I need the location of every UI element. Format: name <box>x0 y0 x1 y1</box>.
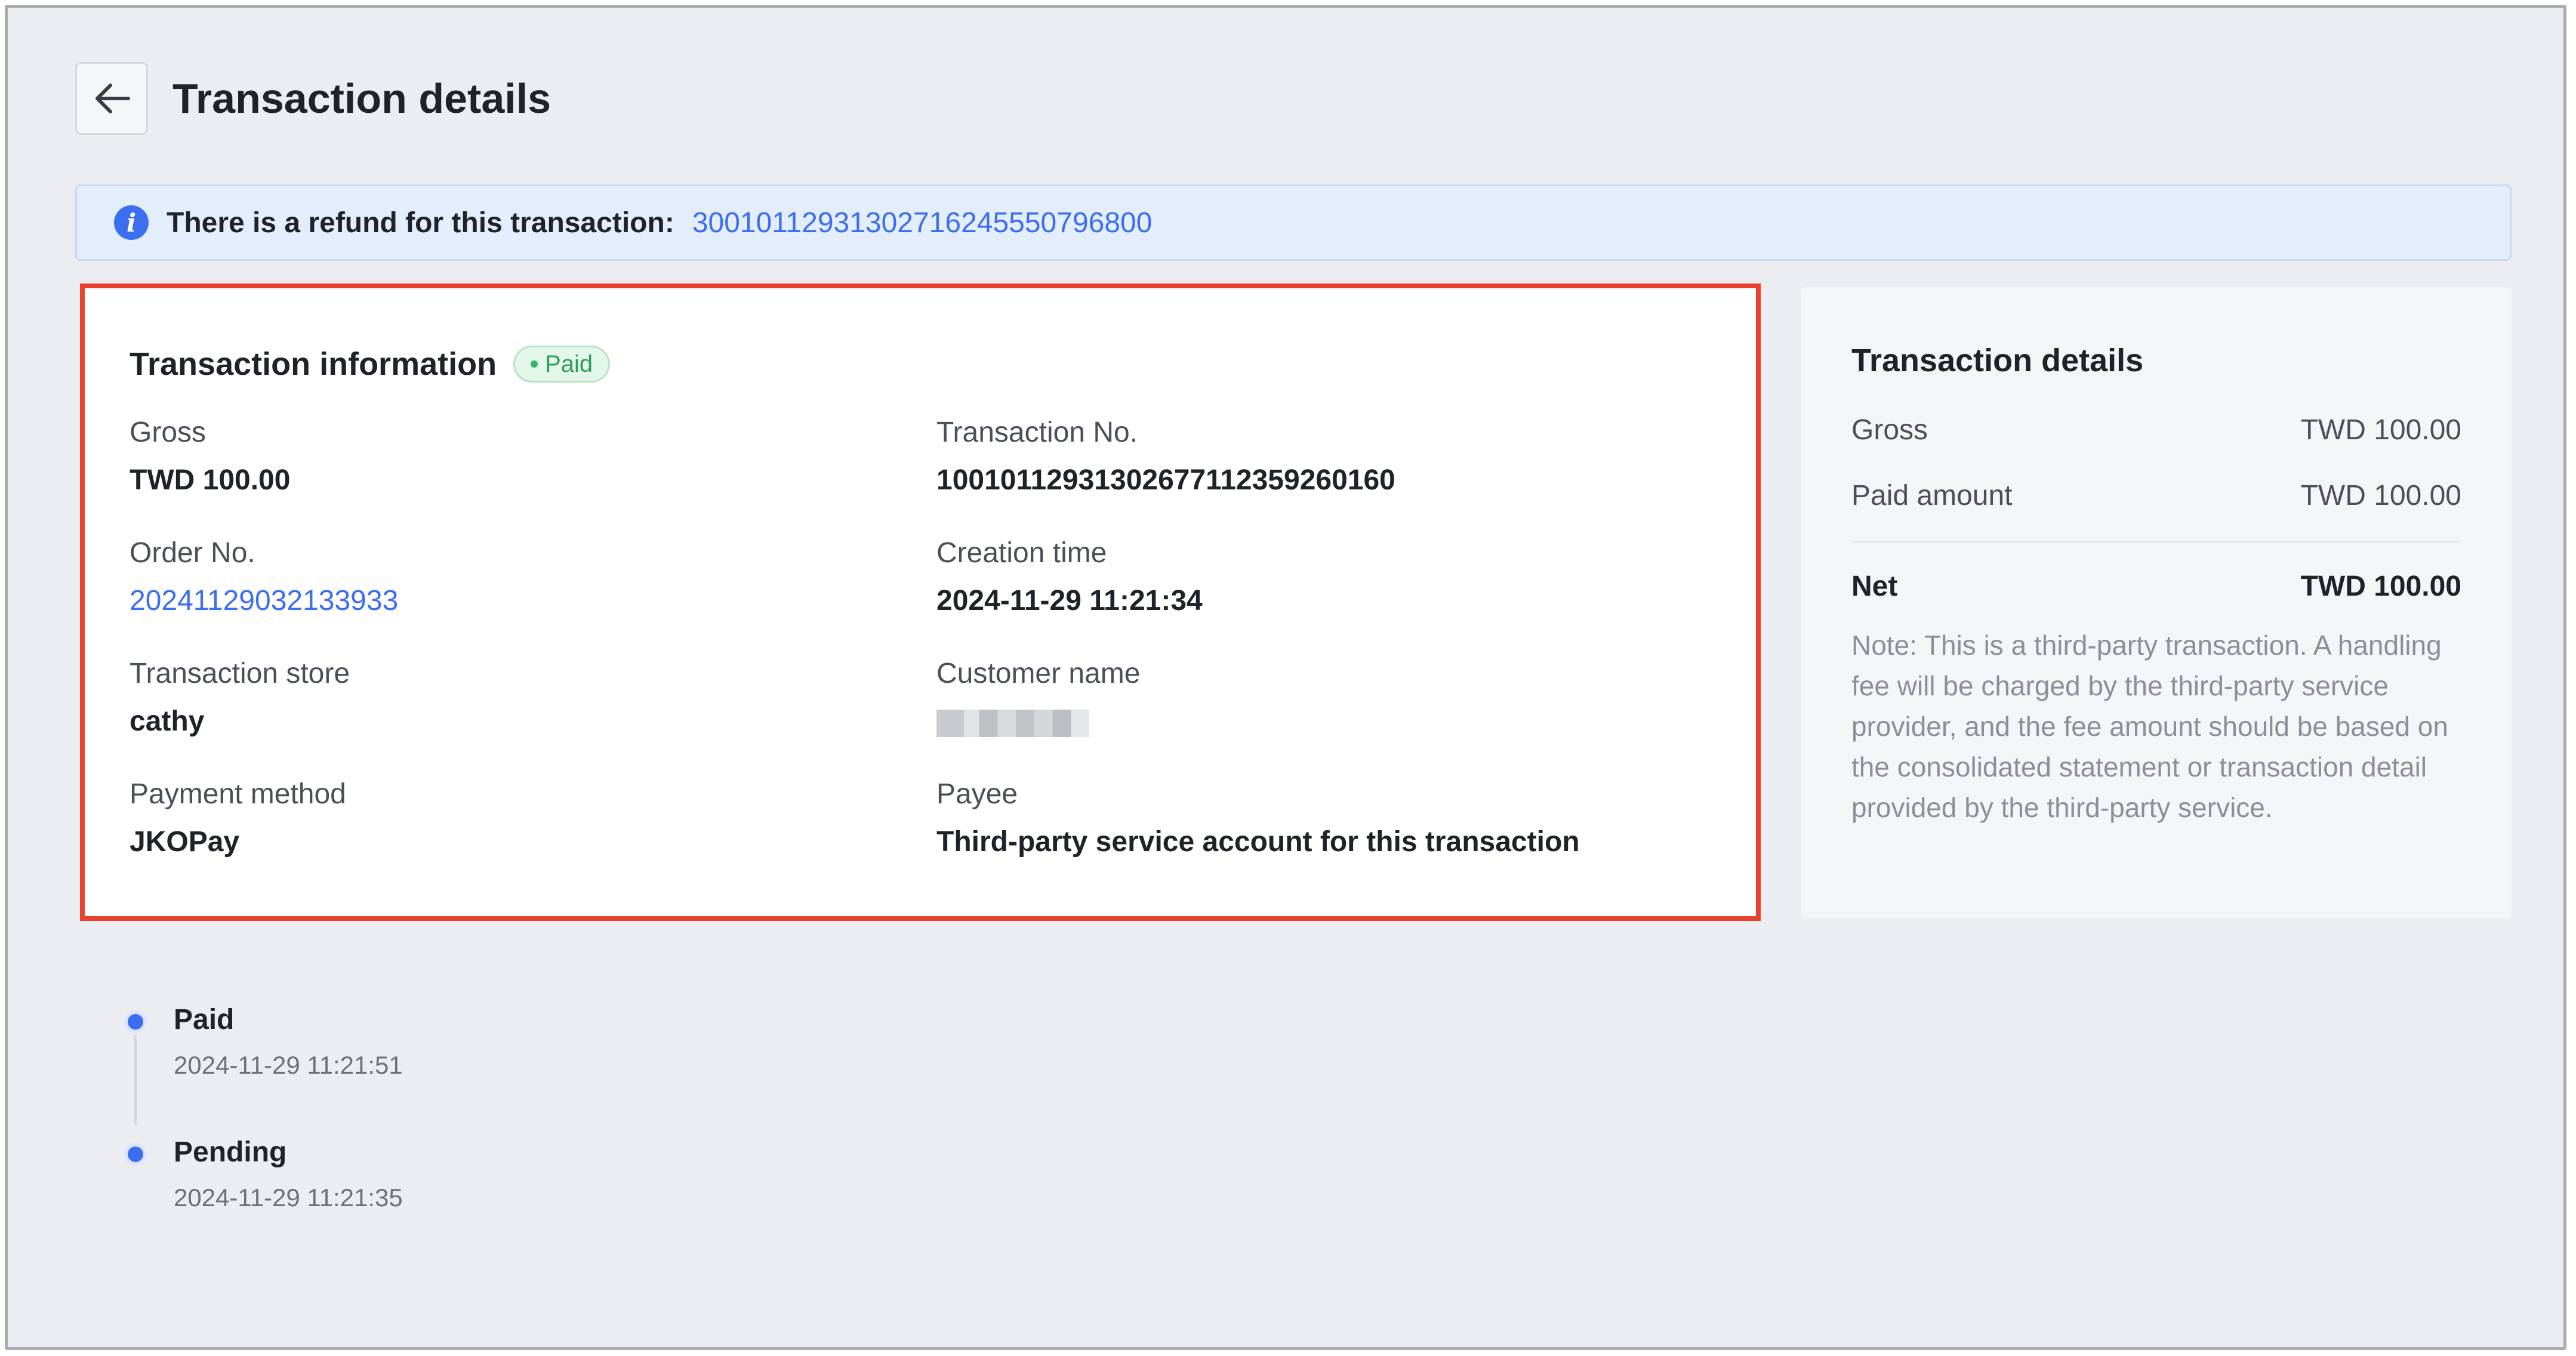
info-icon: i <box>114 205 149 240</box>
summary-paid-value: TWD 100.00 <box>2300 480 2461 511</box>
transaction-store-label: Transaction store <box>130 658 350 689</box>
summary-note: Note: This is a third-party transaction.… <box>1851 630 2448 823</box>
timeline-dot-icon <box>124 1143 147 1166</box>
summary-gross-row: Gross TWD 100.00 <box>1851 411 2461 449</box>
order-no-field: Order No. 20241129032133933 <box>130 534 398 620</box>
transaction-information-card: Transaction information Paid Gross TWD 1… <box>80 283 1761 921</box>
timeline-connector <box>134 1036 137 1125</box>
summary-net-label: Net <box>1851 571 1898 602</box>
timeline-item-status: Pending <box>174 1136 287 1168</box>
order-no-label: Order No. <box>130 537 255 569</box>
timeline-item-time: 2024-11-29 11:21:51 <box>174 1051 403 1079</box>
timeline-item-status: Paid <box>174 1004 235 1036</box>
refund-banner-text: There is a refund for this transaction: <box>167 207 674 239</box>
payee-label: Payee <box>936 778 1018 810</box>
gross-field: Gross TWD 100.00 <box>130 414 290 500</box>
creation-time-value: 2024-11-29 11:21:34 <box>936 585 1203 617</box>
payment-method-value: JKOPay <box>130 826 240 858</box>
transaction-no-value: 10010112931302677112359260160 <box>936 464 1395 496</box>
arrow-left-icon <box>95 84 130 113</box>
creation-time-field: Creation time 2024-11-29 11:21:34 <box>936 534 1203 620</box>
transaction-store-value: cathy <box>130 705 205 737</box>
gross-label: Gross <box>130 417 207 448</box>
creation-time-label: Creation time <box>936 537 1107 569</box>
gross-value: TWD 100.00 <box>130 464 291 496</box>
transaction-no-field: Transaction No. 100101129313026771123592… <box>936 414 1395 500</box>
timeline-item-time: 2024-11-29 11:21:35 <box>174 1184 403 1212</box>
summary-divider <box>1851 541 2461 543</box>
summary-paid-row: Paid amount TWD 100.00 <box>1851 477 2461 515</box>
transaction-store-field: Transaction store cathy <box>130 655 350 741</box>
payment-method-field: Payment method JKOPay <box>130 775 346 861</box>
status-dot-icon <box>531 360 538 368</box>
customer-name-field: Customer name <box>936 655 1140 737</box>
customer-name-redacted <box>936 710 1089 737</box>
customer-name-label: Customer name <box>936 658 1141 689</box>
summary-net-value: TWD 100.00 <box>2300 571 2461 602</box>
summary-paid-label: Paid amount <box>1851 480 2013 511</box>
payment-method-label: Payment method <box>130 778 346 810</box>
status-badge: Paid <box>513 346 611 383</box>
transaction-no-label: Transaction No. <box>936 417 1138 448</box>
order-no-link[interactable]: 20241129032133933 <box>130 582 398 620</box>
refund-banner: i There is a refund for this transaction… <box>75 184 2512 261</box>
summary-net-row: Net TWD 100.00 <box>1851 568 2461 606</box>
summary-gross-value: TWD 100.00 <box>2300 414 2461 446</box>
payee-value: Third-party service account for this tra… <box>936 826 1580 858</box>
payee-field: Payee Third-party service account for th… <box>936 775 1580 861</box>
refund-transaction-link[interactable]: 30010112931302716245550796800 <box>692 207 1153 239</box>
timeline-dot-icon <box>124 1010 147 1033</box>
app-window: Transaction details i There is a refund … <box>5 5 2566 1350</box>
back-button[interactable] <box>75 62 148 135</box>
summary-title: Transaction details <box>1851 343 2144 378</box>
page-title: Transaction details <box>172 75 551 122</box>
status-badge-label: Paid <box>545 351 593 377</box>
card-title: Transaction information Paid <box>130 343 611 385</box>
transaction-information-title: Transaction information <box>130 346 497 382</box>
summary-gross-label: Gross <box>1851 414 1928 446</box>
